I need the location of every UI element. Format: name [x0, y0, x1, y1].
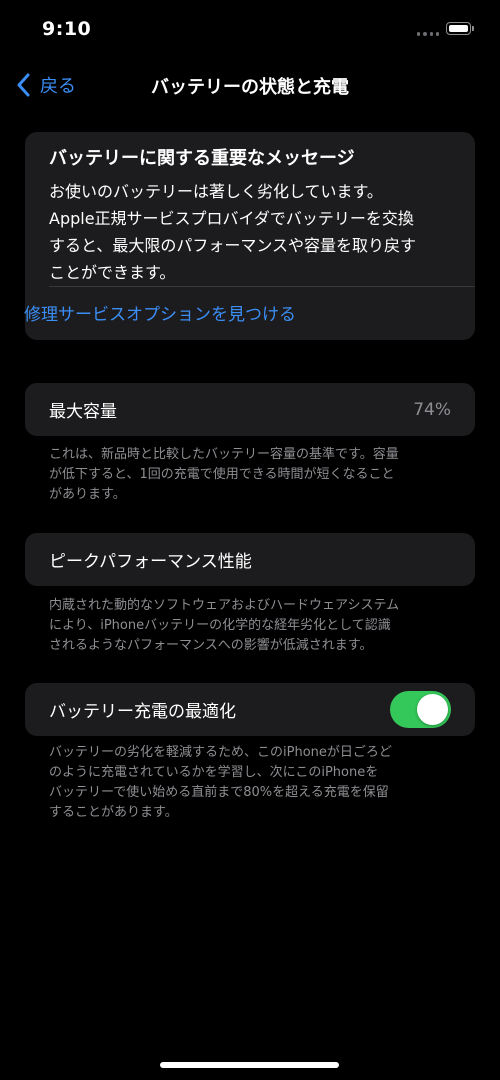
max-capacity-row: 最大容量 74%: [25, 383, 475, 436]
peak-performance-footnote: 内蔵された動的なソフトウェアおよびハードウェアシステム により、iPhoneバッ…: [49, 596, 459, 656]
optimized-charging-toggle[interactable]: [390, 691, 451, 728]
navigation-bar: 戻る バッテリーの状態と充電: [0, 60, 500, 108]
repair-service-options-link[interactable]: 修理サービスオプションを見つける: [24, 300, 296, 325]
footnote-line: バッテリーで使い始める直前まで80%を超える充電を保留: [49, 785, 389, 800]
message-title: バッテリーに関する重要なメッセージ: [49, 148, 355, 169]
max-capacity-label: 最大容量: [49, 402, 117, 422]
home-indicator[interactable]: [160, 1062, 339, 1068]
message-body: お使いのバッテリーは著しく劣化しています。 Apple正規サービスプロバイダでバ…: [49, 178, 451, 286]
toggle-knob: [417, 694, 448, 725]
message-body-line: すると、最大限のパフォーマンスや容量を取り戻す: [49, 236, 417, 255]
peak-performance-row[interactable]: ピークパフォーマンス性能: [25, 533, 475, 586]
footnote-line: することがあります。: [49, 805, 178, 820]
footnote-line: のように充電されているかを学習し、次にこのiPhoneを: [49, 765, 379, 780]
page-title: バッテリーの状態と充電: [151, 77, 349, 98]
footnote-line: バッテリーの劣化を軽減するため、このiPhoneが日ごろど: [49, 745, 392, 760]
battery-icon: [446, 22, 475, 37]
footnote-line: があります。: [49, 487, 126, 502]
optimized-charging-footnote: バッテリーの劣化を軽減するため、このiPhoneが日ごろど のように充電されてい…: [49, 743, 459, 823]
message-body-line: Apple正規サービスプロバイダでバッテリーを交換: [49, 209, 414, 228]
card-divider: [49, 286, 475, 287]
optimized-charging-label: バッテリー充電の最適化: [49, 702, 236, 722]
message-body-line: お使いのバッテリーは著しく劣化しています。: [49, 182, 383, 201]
footnote-line: されるようなパフォーマンスへの影響が低減されます。: [49, 638, 373, 653]
peak-performance-label: ピークパフォーマンス性能: [49, 552, 252, 572]
max-capacity-value: 74%: [413, 399, 451, 420]
status-bar: 9:10: [0, 0, 500, 60]
max-capacity-footnote: これは、新品時と比較したバッテリー容量の基準です。容量 が低下すると、1回の充電…: [49, 445, 459, 505]
footnote-line: により、iPhoneバッテリーの化学的な経年劣化として認識: [49, 618, 391, 633]
message-body-line: ことができます。: [49, 263, 176, 282]
footnote-line: 内蔵された動的なソフトウェアおよびハードウェアシステム: [49, 598, 400, 613]
optimized-charging-row: バッテリー充電の最適化: [25, 683, 475, 736]
footnote-line: これは、新品時と比較したバッテリー容量の基準です。容量: [49, 447, 399, 462]
status-time: 9:10: [42, 18, 92, 40]
footnote-line: が低下すると、1回の充電で使用できる時間が短くなること: [49, 467, 395, 482]
cellular-signal-icon: [417, 32, 439, 36]
